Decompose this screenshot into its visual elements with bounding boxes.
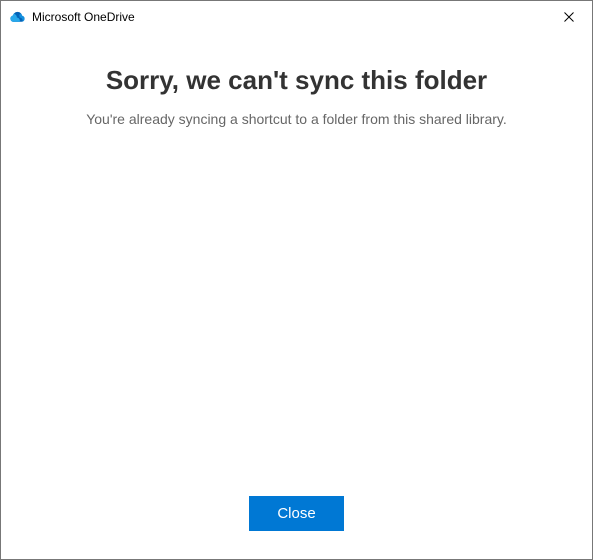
window-title: Microsoft OneDrive bbox=[32, 10, 135, 24]
close-icon bbox=[564, 12, 574, 22]
close-button[interactable]: Close bbox=[249, 496, 343, 531]
dialog-heading: Sorry, we can't sync this folder bbox=[106, 65, 487, 96]
dialog-window: Microsoft OneDrive Sorry, we can't sync … bbox=[0, 0, 593, 560]
dialog-footer: Close bbox=[1, 496, 592, 559]
dialog-content: Sorry, we can't sync this folder You're … bbox=[1, 33, 592, 496]
onedrive-icon bbox=[9, 9, 26, 26]
dialog-message: You're already syncing a shortcut to a f… bbox=[56, 111, 537, 127]
titlebar: Microsoft OneDrive bbox=[1, 1, 592, 33]
window-close-button[interactable] bbox=[546, 1, 592, 33]
